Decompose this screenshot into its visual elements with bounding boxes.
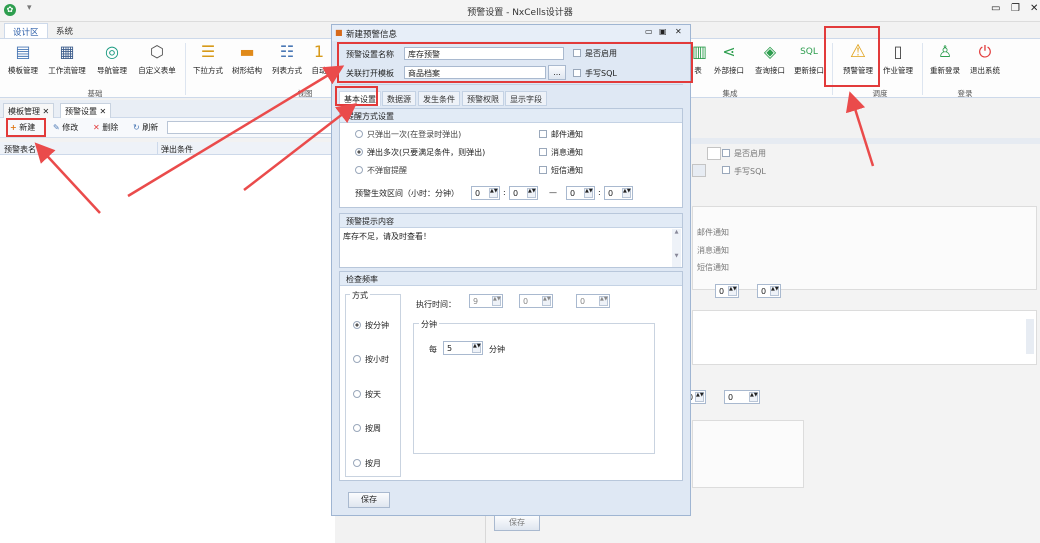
arrow-to-warning: [845, 91, 875, 167]
arrow-to-tab: [243, 102, 357, 191]
arrow-to-new: [34, 142, 101, 214]
annotation-arrows: [34, 65, 875, 214]
arrow-to-name: [127, 65, 345, 198]
